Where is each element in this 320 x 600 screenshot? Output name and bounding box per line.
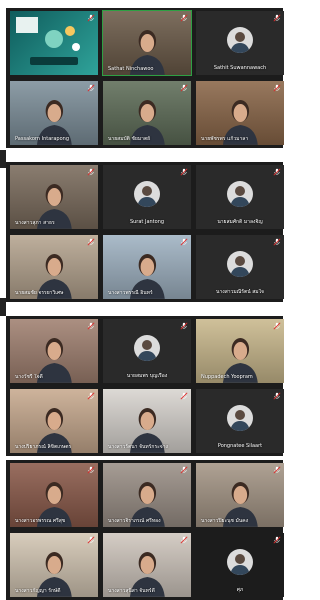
profile-avatar — [227, 181, 253, 207]
muted-mic-icon — [180, 466, 188, 474]
muted-mic-icon — [273, 322, 281, 330]
participant-tile[interactable]: นางสาวมณีรัตน์ สมใจ — [196, 235, 284, 299]
participant-name: นายสมศักดิ์ มาลงจิญ — [217, 219, 263, 225]
participant-name: Pongnatee Silaart — [217, 443, 263, 449]
participant-name: Passakorn Intarapong — [15, 136, 69, 142]
participant-name: นางสาวจิราภรณ์ ศรีทอง — [108, 518, 161, 524]
muted-mic-icon — [273, 84, 281, 92]
participant-name: นางสาวปิยะนุช มั่นคง — [201, 518, 249, 524]
participant-tile[interactable]: นายพัชรพร แก้วมาลา — [196, 81, 284, 145]
participant-tile[interactable]: Pongnatee Silaart — [196, 389, 284, 453]
participant-tile[interactable]: Sathit Suwannawach — [196, 11, 284, 75]
participant-tile[interactable]: นางสาวกัญญา รักษ์ดี — [10, 533, 98, 597]
participant-name: นางสาวอรพรรณ ศรีสุข — [15, 518, 66, 524]
slide-graphic-icon — [16, 17, 80, 65]
panel-edge-marker — [0, 150, 6, 168]
profile-avatar — [227, 251, 253, 277]
participant-tile[interactable]: ศุภ — [196, 533, 284, 597]
participant-name: นายสมพร บุญเรือง — [126, 373, 168, 379]
muted-mic-icon — [180, 392, 188, 400]
participant-name: Nuppadech Yoopram — [201, 374, 253, 380]
muted-mic-icon — [180, 238, 188, 246]
participant-tile[interactable] — [10, 11, 98, 75]
participant-tile[interactable]: นายสมพร บุญเรือง — [103, 319, 191, 383]
participant-tile[interactable]: นางสาวจิราภรณ์ ศรีทอง — [103, 463, 191, 527]
participant-tile[interactable]: นางสาวปิยะนุช มั่นคง — [196, 463, 284, 527]
participant-name: นายสมบัติ ชัยมาตย์ — [108, 136, 151, 142]
participant-name: Sathat Ninchawoo — [108, 66, 154, 72]
participant-name: นางสาวรัตนา จันทร์กระจ่าง — [108, 444, 168, 450]
participant-name: นายสมชัย จรรยาวิเศษ — [15, 290, 64, 296]
muted-mic-icon — [87, 392, 95, 400]
muted-mic-icon — [87, 536, 95, 544]
muted-mic-icon — [180, 322, 188, 330]
muted-mic-icon — [180, 84, 188, 92]
profile-avatar — [227, 549, 253, 575]
participant-tile[interactable]: นายสมศักดิ์ มาลงจิญ — [196, 165, 284, 229]
muted-mic-icon — [273, 14, 281, 22]
participant-tile[interactable]: Nuppadech Yoopram — [196, 319, 284, 383]
participant-name: Sathit Suwannawach — [213, 65, 267, 71]
participant-tile[interactable]: Sathat Ninchawoo — [102, 10, 192, 76]
profile-avatar — [134, 335, 160, 361]
muted-mic-icon — [87, 84, 95, 92]
profile-avatar — [134, 181, 160, 207]
participant-tile[interactable]: Surat Jantong — [103, 165, 191, 229]
participant-tile[interactable]: นายสมบัติ ชัยมาตย์ — [103, 81, 191, 145]
participant-gallery-page: Sathat Ninchawoo Sathit Suwannawach Passak… — [6, 8, 284, 148]
participant-name: นางสาวกัญญา รักษ์ดี — [15, 588, 61, 594]
muted-mic-icon — [87, 238, 95, 246]
participant-tile[interactable]: นางปริยาภรณ์ ลิขิตเกษตร — [10, 389, 98, 453]
participant-tile[interactable]: Passakorn Intarapong — [10, 81, 98, 145]
participant-tile[interactable]: นางสาวรัตนา จันทร์กระจ่าง — [103, 389, 191, 453]
participant-name: นางสาวพรรณี อินทร์ — [108, 290, 153, 296]
muted-mic-icon — [87, 168, 95, 176]
participant-tile[interactable]: นางวัชรี ใจดี — [10, 319, 98, 383]
participant-tile[interactable]: นางสาวสุภา สาธร — [10, 165, 98, 229]
muted-mic-icon — [273, 238, 281, 246]
participant-tile[interactable]: นายสมชัย จรรยาวิเศษ — [10, 235, 98, 299]
muted-mic-icon — [180, 14, 188, 22]
participant-tile[interactable]: นางสาวสุนิสา จันทร์ดี — [103, 533, 191, 597]
profile-avatar — [227, 405, 253, 431]
participant-tile[interactable]: นางสาวอรพรรณ ศรีสุข — [10, 463, 98, 527]
muted-mic-icon — [273, 168, 281, 176]
participant-name: นางสาวสุนิสา จันทร์ดี — [108, 588, 155, 594]
muted-mic-icon — [87, 322, 95, 330]
participant-name: นางสาวมณีรัตน์ สมใจ — [216, 289, 264, 295]
muted-mic-icon — [273, 392, 281, 400]
participant-name: นางสาวสุภา สาธร — [15, 220, 55, 226]
participant-name: Surat Jantong — [129, 219, 165, 225]
participant-name: นายพัชรพร แก้วมาลา — [201, 136, 249, 142]
panel-edge-marker — [0, 298, 6, 316]
participant-gallery-page: นางสาวสุภา สาธร Surat Jantong นายสมศักดิ์ … — [6, 162, 284, 302]
participant-gallery-page: นางวัชรี ใจดี นายสมพร บุญเรือง Nuppadech Y… — [6, 316, 284, 456]
profile-avatar — [227, 27, 253, 53]
muted-mic-icon — [180, 536, 188, 544]
participant-gallery-page: นางสาวอรพรรณ ศรีสุข นางสาวจิราภรณ์ ศรีทอง… — [6, 460, 284, 600]
participant-name: ศุภ — [236, 587, 244, 593]
muted-mic-icon — [273, 536, 281, 544]
muted-mic-icon — [87, 466, 95, 474]
participant-name: นางปริยาภรณ์ ลิขิตเกษตร — [15, 444, 72, 450]
muted-mic-icon — [273, 466, 281, 474]
muted-mic-icon — [87, 14, 95, 22]
participant-tile[interactable]: นางสาวพรรณี อินทร์ — [103, 235, 191, 299]
participant-name: นางวัชรี ใจดี — [15, 374, 43, 380]
muted-mic-icon — [180, 168, 188, 176]
